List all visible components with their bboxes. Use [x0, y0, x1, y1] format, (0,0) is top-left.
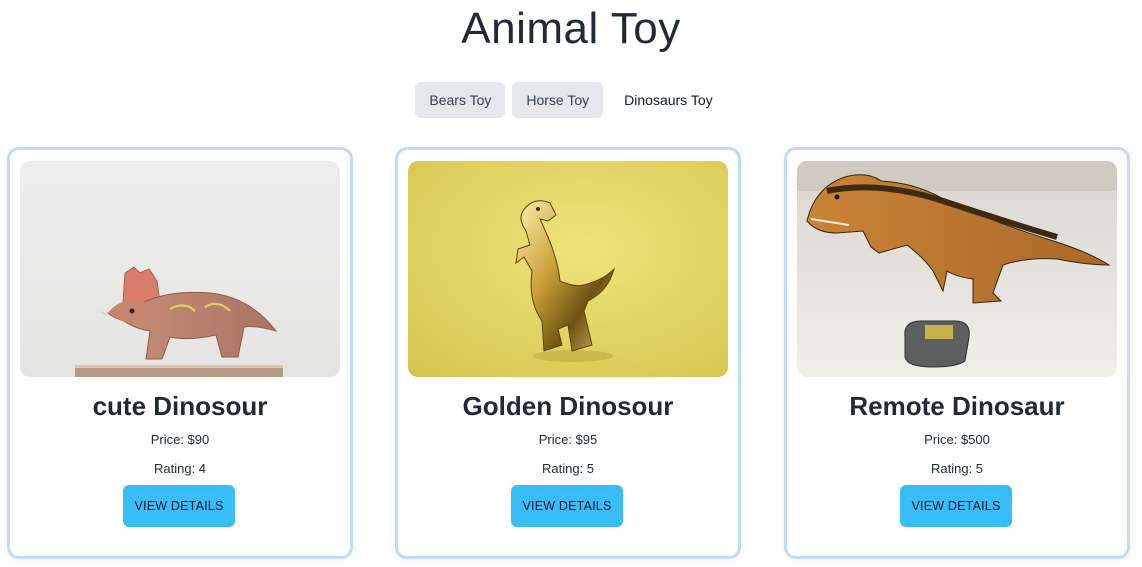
product-card: cute Dinosour Price: $90 Rating: 4 VIEW …	[7, 147, 353, 559]
product-rating: Rating: 5	[541, 461, 595, 476]
product-card: Remote Dinosaur Price: $500 Rating: 5 VI…	[784, 147, 1130, 559]
category-tabs: Bears Toy Horse Toy Dinosaurs Toy	[0, 82, 1142, 118]
view-details-button[interactable]: VIEW DETAILS	[511, 485, 623, 527]
tab-horse-toy[interactable]: Horse Toy	[512, 82, 604, 118]
tab-dinosaurs-toy[interactable]: Dinosaurs Toy	[610, 82, 726, 118]
product-price: Price: $500	[924, 432, 990, 447]
product-rating: Rating: 5	[930, 461, 984, 476]
product-image	[408, 161, 728, 377]
product-price: Price: $90	[150, 432, 210, 447]
view-details-button[interactable]: VIEW DETAILS	[123, 485, 235, 527]
view-details-button[interactable]: VIEW DETAILS	[900, 485, 1012, 527]
product-name: cute Dinosour	[92, 391, 268, 421]
product-name: Remote Dinosaur	[849, 391, 1065, 421]
page-title: Animal Toy	[461, 4, 681, 53]
product-image	[20, 161, 340, 377]
product-image	[797, 161, 1117, 377]
tab-bears-toy[interactable]: Bears Toy	[415, 82, 506, 118]
product-card: Golden Dinosour Price: $95 Rating: 5 VIE…	[395, 147, 741, 559]
product-name: Golden Dinosour	[462, 391, 674, 421]
product-rating: Rating: 4	[153, 461, 207, 476]
product-price: Price: $95	[538, 432, 598, 447]
